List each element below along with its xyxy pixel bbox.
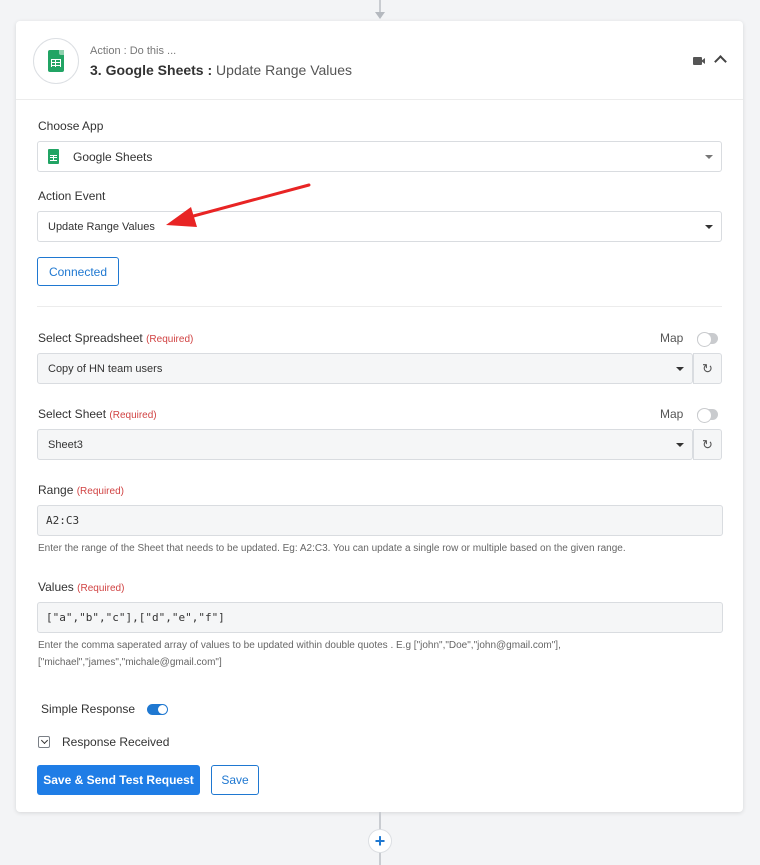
range-help-text: Enter the range of the Sheet that needs … xyxy=(38,543,626,554)
required-tag: (Required) xyxy=(77,583,125,594)
refresh-spreadsheet-button[interactable]: ↻ xyxy=(693,353,722,384)
annotation-arrow xyxy=(166,183,311,227)
required-tag: (Required) xyxy=(146,334,194,345)
refresh-icon: ↻ xyxy=(702,436,713,452)
save-button[interactable]: Save xyxy=(211,765,259,795)
save-send-test-button[interactable]: Save & Send Test Request xyxy=(37,765,200,795)
required-tag: (Required) xyxy=(76,486,124,497)
sheet-value: Sheet3 xyxy=(48,438,83,451)
range-label: Range (Required) xyxy=(38,483,124,497)
step-title-separator: : xyxy=(203,62,217,78)
values-input[interactable]: ["a","b","c"],["d","e","f"] xyxy=(37,602,723,633)
values-help-text: Enter the comma saperated array of value… xyxy=(38,640,561,668)
values-label: Values (Required) xyxy=(38,580,124,594)
collapse-chevron-up-icon[interactable] xyxy=(714,55,727,68)
plus-icon: + xyxy=(374,830,386,851)
range-input[interactable]: A2:C3 xyxy=(37,505,723,536)
connected-button[interactable]: Connected xyxy=(37,257,119,286)
values-label-text: Values xyxy=(38,580,74,594)
google-sheets-icon xyxy=(48,50,64,72)
step-subtitle: Action : Do this ... xyxy=(90,45,177,57)
action-step-card: Action : Do this ... 3. Google Sheets : … xyxy=(16,21,743,812)
select-sheet-label-text: Select Sheet xyxy=(38,407,107,421)
action-event-select[interactable]: Update Range Values xyxy=(37,211,722,242)
section-divider xyxy=(37,306,722,307)
step-header[interactable]: Action : Do this ... 3. Google Sheets : … xyxy=(16,21,743,100)
step-title-app: 3. Google Sheets xyxy=(90,62,204,78)
required-tag: (Required) xyxy=(109,410,157,421)
chevron-down-icon xyxy=(676,367,684,371)
select-spreadsheet-label: Select Spreadsheet (Required) xyxy=(38,331,193,345)
sheet-map-toggle[interactable] xyxy=(697,408,718,423)
choose-app-select[interactable]: Google Sheets xyxy=(37,141,722,172)
chevron-down-icon xyxy=(705,225,713,229)
range-label-text: Range xyxy=(38,483,74,497)
refresh-sheet-button[interactable]: ↻ xyxy=(693,429,722,460)
choose-app-value: Google Sheets xyxy=(73,149,153,164)
action-event-value: Update Range Values xyxy=(48,220,155,233)
step-title-event: Update Range Values xyxy=(216,62,352,78)
google-sheets-icon xyxy=(48,149,59,164)
choose-app-label: Choose App xyxy=(38,119,104,133)
select-spreadsheet-label-text: Select Spreadsheet xyxy=(38,331,143,345)
response-received-label: Response Received xyxy=(62,735,170,749)
video-icon[interactable] xyxy=(693,57,705,65)
spreadsheet-select[interactable]: Copy of HN team users xyxy=(37,353,693,384)
arrow-down-icon xyxy=(375,12,385,19)
simple-response-toggle[interactable] xyxy=(147,704,168,715)
add-step-button[interactable]: + xyxy=(368,829,392,853)
map-label: Map xyxy=(660,331,684,345)
step-title: 3. Google Sheets : Update Range Values xyxy=(90,62,352,78)
chevron-down-icon xyxy=(705,155,713,159)
action-event-label: Action Event xyxy=(38,189,106,203)
select-sheet-label: Select Sheet (Required) xyxy=(38,407,157,421)
google-sheets-logo xyxy=(33,38,79,84)
spreadsheet-value: Copy of HN team users xyxy=(48,362,163,375)
map-label: Map xyxy=(660,407,684,421)
response-received-checkbox[interactable] xyxy=(38,736,50,748)
chevron-down-icon xyxy=(676,443,684,447)
refresh-icon: ↻ xyxy=(702,360,713,376)
simple-response-label: Simple Response xyxy=(41,702,136,716)
spreadsheet-map-toggle[interactable] xyxy=(697,332,718,347)
sheet-select[interactable]: Sheet3 xyxy=(37,429,693,460)
